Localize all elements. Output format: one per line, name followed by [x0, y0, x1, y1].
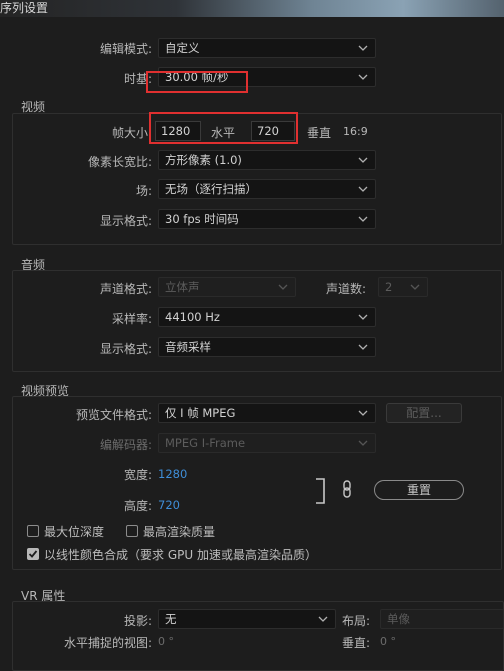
frame-size-label: 帧大小	[111, 126, 148, 140]
channel-count-label: 声道数:	[326, 282, 367, 296]
chevron-down-icon	[358, 342, 368, 352]
pixel-aspect-value: 方形像素 (1.0)	[165, 153, 242, 167]
aspect-ratio: 16:9	[343, 125, 368, 138]
max-render-quality-label: 最高渲染质量	[143, 525, 216, 539]
preview-height-label: 高度:	[123, 499, 152, 513]
chevron-down-icon	[358, 184, 368, 194]
codec-dropdown[interactable]: MPEG I-Frame	[158, 433, 376, 453]
link-bracket-icon	[316, 478, 325, 504]
chain-link-icon[interactable]	[341, 480, 353, 498]
edit-mode-dropdown[interactable]: 自定义	[158, 38, 376, 58]
chevron-down-icon	[358, 43, 368, 53]
sample-rate-label: 采样率:	[111, 312, 152, 326]
chevron-down-icon	[358, 408, 368, 418]
layout-label: 布局:	[342, 614, 371, 628]
chevron-down-icon	[410, 282, 420, 292]
projection-label: 投影:	[123, 614, 152, 628]
max-bit-depth-checkbox[interactable]	[27, 525, 39, 537]
timebase-highlight	[146, 71, 248, 93]
projection-dropdown[interactable]: 无	[158, 609, 336, 629]
chevron-down-icon	[278, 282, 288, 292]
video-display-format-label: 显示格式:	[99, 214, 152, 228]
codec-label: 编解码器:	[99, 438, 152, 452]
sample-rate-value: 44100 Hz	[165, 310, 220, 324]
field-label: 场:	[135, 184, 152, 198]
vertical-view-value[interactable]: 0 °	[380, 635, 396, 648]
channel-count-dropdown[interactable]: 2	[378, 277, 428, 297]
horizontal-view-label: 水平捕捉的视图:	[63, 636, 152, 650]
field-value: 无场（逐行扫描）	[165, 182, 257, 196]
reset-button[interactable]: 重置	[374, 480, 464, 500]
chevron-down-icon	[358, 312, 368, 322]
configure-button[interactable]: 配置...	[386, 403, 462, 423]
configure-button-label: 配置...	[406, 406, 442, 420]
preview-height-value[interactable]: 720	[158, 498, 180, 512]
preview-file-format-dropdown[interactable]: 仅 I 帧 MPEG	[158, 403, 376, 423]
max-render-quality-checkbox[interactable]	[126, 525, 138, 537]
chevron-down-icon	[358, 438, 368, 448]
preview-width-label: 宽度:	[123, 468, 152, 482]
layout-dropdown[interactable]: 单像	[380, 609, 504, 629]
max-bit-depth-label: 最大位深度	[44, 525, 105, 539]
preview-file-format-value: 仅 I 帧 MPEG	[165, 406, 236, 420]
video-display-format-dropdown[interactable]: 30 fps 时间码	[158, 209, 376, 229]
frame-size-highlight	[149, 112, 298, 144]
linear-color-label: 以线性颜色合成（要求 GPU 加速或最高渲染品质）	[44, 548, 317, 562]
horizontal-view-value[interactable]: 0 °	[158, 635, 174, 648]
chevron-down-icon	[358, 72, 368, 82]
audio-display-format-label: 显示格式:	[99, 342, 152, 356]
channel-format-value: 立体声	[165, 280, 200, 294]
chevron-down-icon	[318, 614, 328, 624]
checkmark-icon	[28, 550, 38, 558]
reset-button-label: 重置	[406, 483, 431, 497]
edit-mode-label: 编辑模式:	[99, 42, 152, 56]
channel-count-value: 2	[385, 280, 393, 294]
pixel-aspect-dropdown[interactable]: 方形像素 (1.0)	[158, 150, 376, 170]
preview-width-value[interactable]: 1280	[158, 467, 187, 481]
chevron-down-icon	[358, 155, 368, 165]
preview-file-format-label: 预览文件格式:	[75, 408, 152, 422]
chevron-down-icon	[358, 214, 368, 224]
pixel-aspect-label: 像素长宽比:	[87, 155, 152, 169]
field-dropdown[interactable]: 无场（逐行扫描）	[158, 179, 376, 199]
vertical-view-label: 垂直:	[342, 636, 371, 650]
title-bar: 序列设置	[0, 0, 504, 17]
linear-color-checkbox[interactable]	[27, 548, 39, 560]
audio-display-format-value: 音频采样	[165, 340, 211, 354]
channel-format-label: 声道格式:	[99, 282, 152, 296]
channel-format-dropdown[interactable]: 立体声	[158, 277, 296, 297]
window-title: 序列设置	[0, 1, 49, 15]
video-display-format-value: 30 fps 时间码	[165, 212, 239, 226]
edit-mode-value: 自定义	[165, 41, 200, 55]
codec-value: MPEG I-Frame	[165, 436, 246, 450]
sample-rate-dropdown[interactable]: 44100 Hz	[158, 307, 376, 327]
projection-value: 无	[165, 612, 177, 626]
timebase-label: 时基:	[123, 72, 152, 86]
vertical-label: 垂直	[307, 126, 332, 140]
layout-value: 单像	[387, 612, 410, 626]
audio-display-format-dropdown[interactable]: 音频采样	[158, 337, 376, 357]
